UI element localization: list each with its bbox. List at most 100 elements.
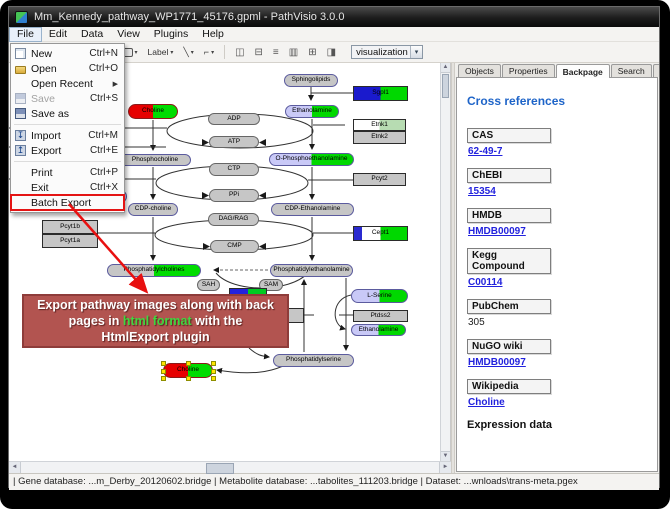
selection-handle[interactable] — [211, 376, 216, 381]
tab-legend[interactable]: Legend — [653, 64, 659, 77]
menu-item-print[interactable]: PrintCtrl+P — [11, 165, 124, 180]
chevron-down-icon[interactable]: ▾ — [410, 46, 422, 58]
horizontal-scroll-thumb[interactable] — [206, 463, 234, 474]
tab-search[interactable]: Search — [611, 64, 652, 77]
stack-horizontal-button[interactable]: ⊞ — [304, 43, 320, 61]
pathway-node-pcyt1a[interactable]: Pcyt1a — [42, 234, 98, 248]
status-bar: | Gene database: ...m_Derby_20120602.bri… — [9, 473, 659, 490]
pathway-node-cmp[interactable]: CMP — [210, 240, 259, 253]
pathway-node-cdp-choline[interactable]: CDP-choline — [128, 203, 178, 216]
menu-item-export[interactable]: ExportCtrl+E — [11, 143, 124, 158]
menubar-item-plugins[interactable]: Plugins — [147, 27, 195, 42]
export-icon — [15, 145, 26, 156]
selection-handle[interactable] — [161, 361, 166, 366]
menu-item-batch-export[interactable]: Batch Export — [11, 195, 124, 210]
pathway-node-ppi[interactable]: PPi — [209, 189, 259, 202]
menu-item-new[interactable]: NewCtrl+N — [11, 46, 124, 61]
xref-link[interactable]: 15354 — [468, 186, 657, 197]
node-label: Etnk1 — [371, 122, 388, 129]
menu-item-label: Batch Export — [31, 197, 91, 209]
node-label: Sphingolipids — [292, 77, 331, 84]
scroll-left-icon[interactable]: ◄ — [9, 462, 21, 473]
selection-handle[interactable] — [161, 376, 166, 381]
pathway-node-ptdss2[interactable]: Ptdss2 — [353, 310, 408, 322]
side-panel: ObjectsPropertiesBackpageSearchLegend Cr… — [455, 63, 659, 473]
pathway-node-etnk2[interactable]: Etnk2 — [353, 131, 406, 144]
pathway-node-cept1[interactable]: Cept1 — [353, 226, 408, 241]
tab-backpage[interactable]: Backpage — [556, 64, 610, 78]
selection-handle[interactable] — [211, 361, 216, 366]
scroll-up-icon[interactable]: ▲ — [441, 63, 450, 73]
pathway-node-ethanolamine-right[interactable]: Ethanolamine — [351, 324, 406, 336]
pathway-node-sphingolipids[interactable]: Sphingolipids — [284, 74, 338, 87]
xref-link[interactable]: HMDB00097 — [468, 226, 657, 237]
tab-properties[interactable]: Properties — [502, 64, 555, 77]
pathway-node-dag[interactable]: DAG/RAG — [208, 213, 259, 226]
tab-objects[interactable]: Objects — [458, 64, 501, 77]
pathway-node-pcyt1b[interactable]: Pcyt1b — [42, 220, 98, 234]
visualization-combobox[interactable]: visualization ▾ — [351, 45, 423, 59]
menubar-item-file[interactable]: File — [9, 27, 42, 42]
xref-source-header: NuGO wiki — [467, 339, 551, 354]
selection-handle[interactable] — [211, 369, 216, 374]
pathway-node-sah[interactable]: SAH — [197, 279, 220, 291]
xref-link[interactable]: C00114 — [468, 277, 657, 288]
canvas-vertical-scrollbar[interactable]: ▲ ▼ — [440, 63, 450, 461]
xref-link[interactable]: 62-49-7 — [468, 146, 657, 157]
menu-item-open-recent[interactable]: Open Recent▶ — [11, 76, 124, 91]
pathway-node-pcyt2[interactable]: Pcyt2 — [353, 173, 406, 186]
selection-handle[interactable] — [186, 361, 191, 366]
pathway-node-ctp[interactable]: CTP — [209, 163, 259, 176]
selection-handle[interactable] — [186, 376, 191, 381]
pathway-node-cdp-ethanolamine[interactable]: CDP-Ethanolamine — [271, 203, 354, 216]
pathway-node-choline-selected[interactable]: Choline — [163, 363, 213, 378]
align-center-horizontal-button[interactable]: ◫ — [231, 43, 248, 61]
menu-item-label: Export — [31, 145, 61, 157]
menu-item-save-as[interactable]: Save as — [11, 106, 124, 121]
xref-source-header: HMDB — [467, 208, 551, 223]
distribute-vertical-button[interactable]: ▥ — [285, 43, 302, 61]
pathway-node-o-phosphoethanolamine[interactable]: O-Phosphoethanolamine — [269, 153, 354, 166]
toolbar-separator — [224, 45, 225, 59]
menubar-item-edit[interactable]: Edit — [42, 27, 74, 42]
label-tool-button[interactable]: Label▾ — [144, 43, 178, 61]
pathway-node-sgpl1[interactable]: Sgpl1 — [353, 86, 408, 101]
align-center-vertical-button[interactable]: ⊟ — [251, 43, 267, 61]
node-label: Ethanolamine — [359, 327, 399, 334]
menubar-item-help[interactable]: Help — [195, 27, 231, 42]
line-icon: ╲ — [183, 47, 188, 58]
menu-bar: FileEditDataViewPluginsHelp — [9, 27, 659, 42]
line-tool-button[interactable]: ╲▾ — [179, 43, 197, 61]
menu-item-label: Exit — [31, 182, 49, 194]
selection-handle[interactable] — [161, 369, 166, 374]
menubar-item-view[interactable]: View — [110, 27, 147, 42]
connector-tool-button[interactable]: ⌐▾ — [200, 43, 218, 61]
pathway-node-ethanolamine-top[interactable]: Ethanolamine — [285, 105, 339, 118]
screenshot-frame: Mm_Kennedy_pathway_WP1771_45176.gpml - P… — [0, 0, 670, 509]
pathway-node-etnk1[interactable]: Etnk1 — [353, 119, 406, 131]
menu-item-open[interactable]: OpenCtrl+O — [11, 61, 124, 76]
menu-item-import[interactable]: ImportCtrl+M — [11, 128, 124, 143]
menu-item-exit[interactable]: ExitCtrl+X — [11, 180, 124, 195]
menubar-item-data[interactable]: Data — [74, 27, 110, 42]
menu-item-label: New — [31, 48, 52, 60]
scroll-down-icon[interactable]: ▼ — [441, 451, 450, 461]
pathway-node-phosphocholine[interactable]: Phosphocholine — [119, 154, 191, 166]
xref-link[interactable]: HMDB00097 — [468, 357, 657, 368]
canvas-horizontal-scrollbar[interactable]: ◄ ► — [9, 461, 451, 473]
xref-link[interactable]: Choline — [468, 397, 657, 408]
pathway-node-atp[interactable]: ATP — [209, 136, 259, 148]
stack-vertical-button[interactable]: ◨ — [323, 43, 340, 61]
scroll-right-icon[interactable]: ► — [439, 462, 451, 473]
distribute-horizontal-button[interactable]: ≡ — [269, 43, 283, 61]
pathway-node-phosphatidylserine[interactable]: Phosphatidylserine — [273, 354, 354, 367]
pathway-node-choline-top[interactable]: Choline — [128, 104, 178, 119]
title-bar[interactable]: Mm_Kennedy_pathway_WP1771_45176.gpml - P… — [9, 7, 659, 27]
vertical-scroll-thumb[interactable] — [442, 74, 449, 98]
menu-item-save[interactable]: SaveCtrl+S — [11, 91, 124, 106]
pathway-node-adp[interactable]: ADP — [208, 113, 260, 125]
node-label: Phosphatidylethanolamine — [273, 267, 349, 274]
pathway-node-l-serine[interactable]: L-Serine — [351, 289, 408, 303]
pathway-node-phosphatidylcholines[interactable]: Phosphatidylcholines — [107, 264, 201, 277]
pathway-node-phosphatidylethanolamine[interactable]: Phosphatidylethanolamine — [270, 264, 353, 277]
